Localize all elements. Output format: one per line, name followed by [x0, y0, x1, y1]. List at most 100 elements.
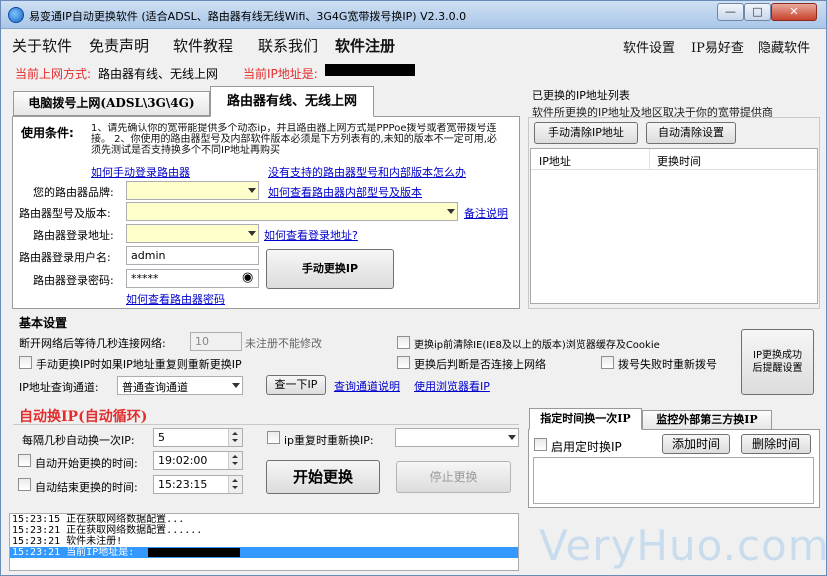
current-ip-value: [325, 64, 415, 76]
enable-timer-label: 启用定时换IP: [551, 440, 622, 454]
chevron-down-icon: [508, 435, 516, 440]
enable-timer-checkbox[interactable]: [534, 438, 547, 451]
end-time-value: 15:23:15: [158, 478, 208, 491]
check-connected-checkbox[interactable]: [397, 356, 410, 369]
delete-time-button[interactable]: 删除时间: [741, 434, 811, 454]
start-change-button[interactable]: 开始更换: [266, 460, 380, 494]
log-line-text: 15:23:21 当前IP地址是:: [12, 547, 135, 558]
conditions-text: 1、请先确认你的宽带能提供多个动态ip，并且路由器上网方式是PPPoe拨号或者宽…: [91, 123, 497, 156]
login-addr-label: 路由器登录地址:: [33, 229, 114, 242]
stop-change-button[interactable]: 停止更换: [396, 461, 511, 493]
brand-select[interactable]: [126, 181, 259, 200]
interval-spinbox[interactable]: 5: [153, 428, 243, 447]
column-divider: [649, 149, 650, 170]
tab-router[interactable]: 路由器有线、无线上网: [210, 86, 374, 117]
title-bar[interactable]: 易变通IP自动更换软件 (适合ADSL、路由器有线无线Wifi、3G4G宽带拨号…: [1, 1, 826, 29]
link-channel-desc[interactable]: 查询通道说明: [334, 378, 400, 394]
show-password-eye-icon[interactable]: ◉: [242, 270, 253, 285]
conditions-label: 使用条件:: [21, 126, 74, 140]
spinner-arrows-icon[interactable]: [228, 452, 242, 469]
timer-list[interactable]: [533, 457, 814, 504]
brand-label: 您的路由器品牌:: [33, 186, 114, 199]
menu-ip-lookup[interactable]: IP易好查: [691, 37, 744, 56]
link-unsupported-router[interactable]: 没有支持的路由器型号和内部版本怎么办: [268, 164, 466, 180]
model-select[interactable]: [126, 202, 458, 221]
password-label: 路由器登录密码:: [33, 274, 114, 287]
auto-start-checkbox[interactable]: [18, 454, 31, 467]
repeat-reswitch-checkbox[interactable]: [267, 431, 280, 444]
log-list[interactable]: 15:23:15 正在获取网络数据配置... 15:23:21 正在获取网络数据…: [9, 513, 519, 571]
ip-list-title: 已更换的IP地址列表: [532, 89, 630, 102]
log-line: 15:23:21 软件未注册!: [12, 536, 123, 547]
auto-end-checkbox[interactable]: [18, 478, 31, 491]
link-manual-login[interactable]: 如何手动登录路由器: [91, 164, 190, 180]
manual-repeat-checkbox[interactable]: [19, 356, 32, 369]
remind-btn-line1: IP更换成功: [753, 350, 802, 361]
menu-disclaimer[interactable]: 免责声明: [89, 35, 149, 56]
menu-tutorial[interactable]: 软件教程: [173, 35, 233, 56]
channel-value: 普通查询通道: [122, 381, 188, 394]
menu-settings[interactable]: 软件设置: [623, 37, 675, 56]
log-line-selected[interactable]: 15:23:21 当前IP地址是:: [10, 547, 518, 558]
chevron-down-icon: [232, 383, 240, 388]
menu-register[interactable]: 软件注册: [335, 35, 395, 56]
window-title: 易变通IP自动更换软件 (适合ADSL、路由器有线无线Wifi、3G4G宽带拨号…: [29, 10, 467, 23]
tab-monitor-external[interactable]: 监控外部第三方换IP: [642, 410, 772, 430]
clear-cache-label: 更换ip前清除IE(IE8及以上的版本)浏览器缓存及Cookie: [414, 340, 660, 351]
ip-list-group: 手动清除IP地址 自动清除设置 IP地址 更换时间: [528, 117, 820, 309]
manual-repeat-label: 手动更换IP时如果IP地址重复则重新更换IP: [36, 358, 242, 371]
maximize-button[interactable]: □: [744, 3, 771, 21]
wait-seconds-note: 未注册不能修改: [245, 337, 322, 350]
check-ip-button[interactable]: 查一下IP: [266, 375, 326, 395]
app-icon: [8, 7, 24, 23]
clear-cache-checkbox[interactable]: [397, 336, 410, 349]
start-time-input[interactable]: 19:02:00: [153, 451, 243, 470]
log-ip-redacted: [148, 548, 240, 557]
router-panel: 使用条件: 1、请先确认你的宽带能提供多个动态ip，并且路由器上网方式是PPPo…: [12, 116, 520, 309]
net-mode-value: 路由器有线、无线上网: [98, 67, 219, 81]
repeat-reswitch-select[interactable]: [395, 428, 519, 447]
tab-timed-change[interactable]: 指定时间换一次IP: [529, 408, 642, 430]
menu-contact[interactable]: 联系我们: [258, 35, 318, 56]
interval-label: 每隔几秒自动换一次IP:: [22, 434, 135, 447]
auto-divider: [13, 424, 519, 425]
menu-hide[interactable]: 隐藏软件: [758, 37, 810, 56]
current-ip-label: 当前IP地址是:: [243, 67, 318, 81]
auto-start-label: 自动开始更换的时间:: [35, 457, 138, 470]
link-view-login-addr[interactable]: 如何查看登录地址?: [264, 227, 358, 243]
auto-change-title: 自动换IP(自动循环): [19, 409, 148, 425]
spinner-arrows-icon[interactable]: [228, 429, 242, 446]
col-ip-header[interactable]: IP地址: [539, 153, 571, 169]
success-remind-settings-button[interactable]: IP更换成功 后提醒设置: [741, 329, 814, 395]
redial-fail-checkbox[interactable]: [601, 356, 614, 369]
login-addr-select[interactable]: [126, 224, 259, 243]
timer-panel: 启用定时换IP 添加时间 删除时间: [528, 429, 820, 508]
ip-list-table[interactable]: IP地址 更换时间: [530, 148, 818, 304]
link-browser-ip[interactable]: 使用浏览器看IP: [414, 378, 490, 394]
chevron-down-icon: [447, 209, 455, 214]
auto-clear-settings-button[interactable]: 自动清除设置: [646, 122, 736, 144]
col-time-header[interactable]: 更换时间: [657, 153, 701, 169]
link-view-password[interactable]: 如何查看路由器密码: [126, 291, 225, 307]
clear-ip-button[interactable]: 手动清除IP地址: [534, 122, 638, 144]
end-time-input[interactable]: 15:23:15: [153, 475, 243, 494]
tab-dialup[interactable]: 电脑拨号上网(ADSL\3G\4G): [13, 91, 210, 116]
net-mode-label: 当前上网方式:: [15, 67, 92, 81]
password-input[interactable]: *****: [126, 269, 259, 288]
redial-fail-label: 拨号失败时重新拨号: [618, 358, 717, 371]
minimize-button[interactable]: —: [717, 3, 744, 21]
link-view-model[interactable]: 如何查看路由器内部型号及版本: [268, 184, 422, 200]
wait-seconds-input[interactable]: 10: [190, 332, 242, 351]
spinner-arrows-icon[interactable]: [228, 476, 242, 493]
watermark: VeryHuo.com: [539, 521, 827, 570]
add-time-button[interactable]: 添加时间: [662, 434, 730, 454]
manual-change-ip-button[interactable]: 手动更换IP: [266, 249, 394, 289]
channel-select[interactable]: 普通查询通道: [117, 376, 243, 395]
main-window: 易变通IP自动更换软件 (适合ADSL、路由器有线无线Wifi、3G4G宽带拨号…: [0, 0, 827, 576]
menu-about[interactable]: 关于软件: [12, 35, 72, 56]
chevron-down-icon: [248, 231, 256, 236]
link-remark[interactable]: 备注说明: [464, 205, 508, 221]
close-button[interactable]: ✕: [771, 3, 817, 21]
username-input[interactable]: admin: [126, 246, 259, 265]
interval-value: 5: [158, 431, 165, 444]
